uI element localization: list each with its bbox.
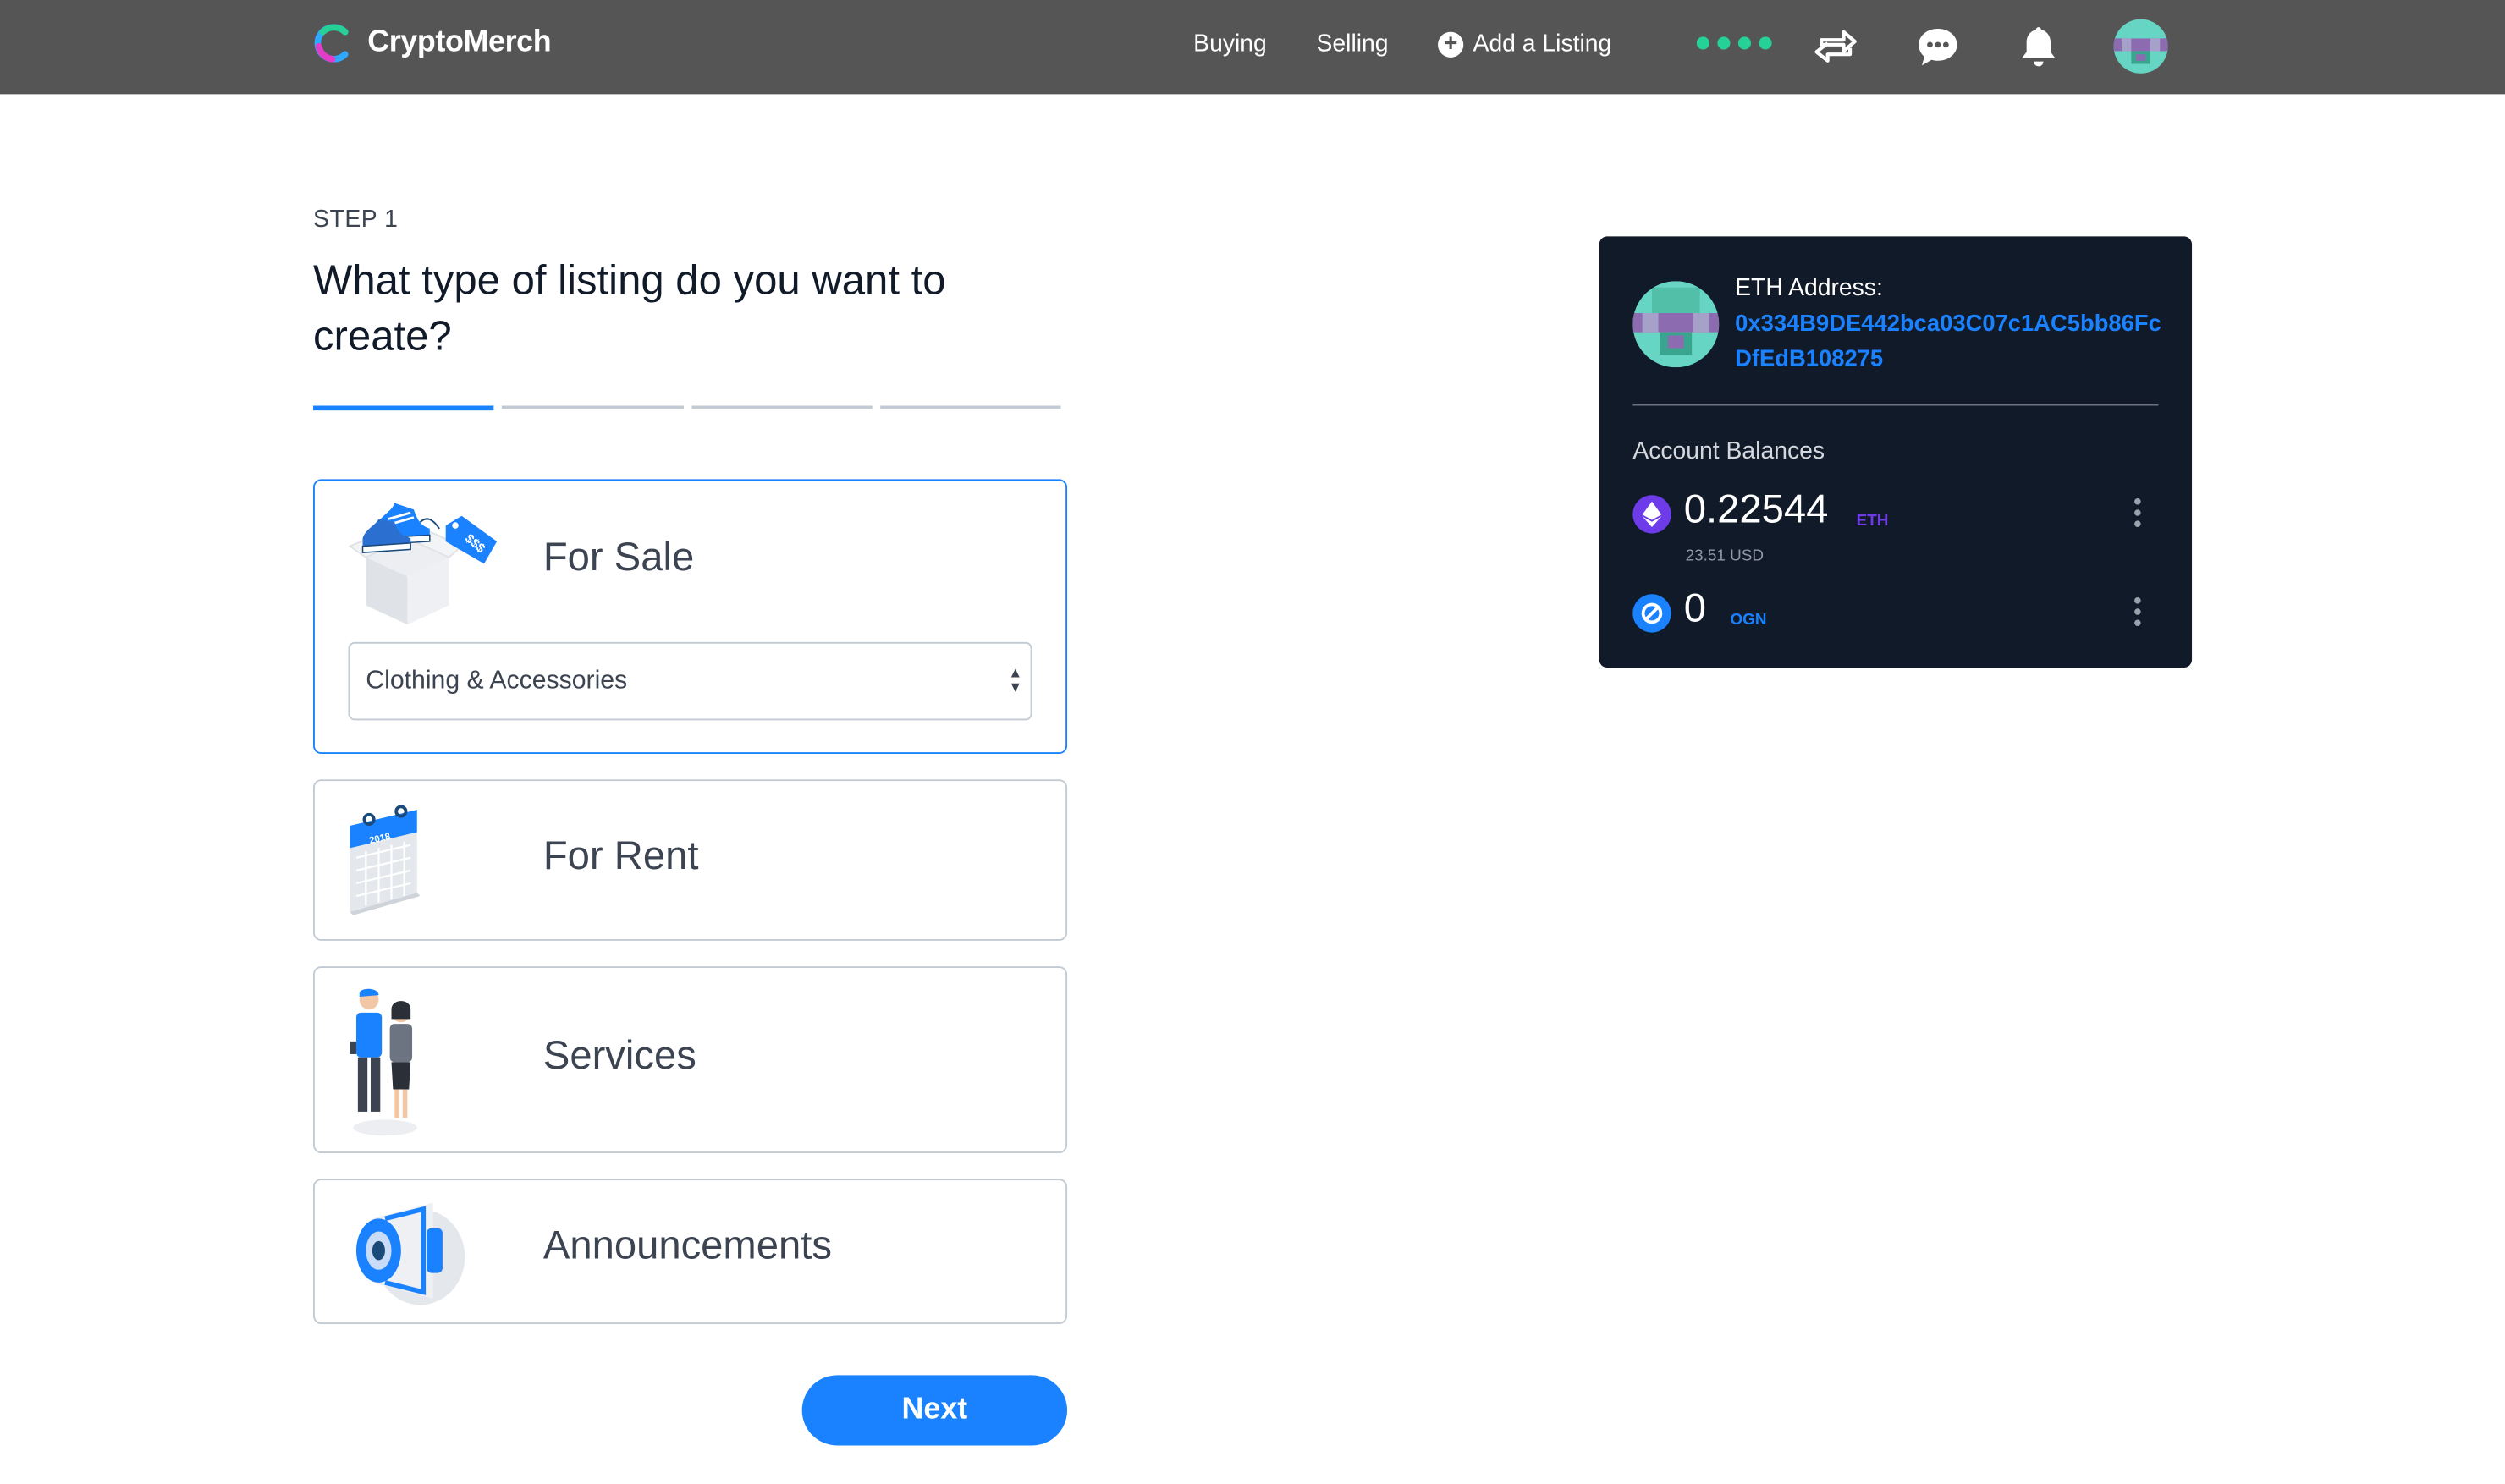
- progress-segment: [879, 405, 1061, 409]
- origin-token-icon: [1632, 594, 1671, 633]
- next-button[interactable]: Next: [801, 1375, 1068, 1446]
- cryptomerch-logo-icon: [314, 24, 349, 63]
- plus-circle-icon: +: [1438, 30, 1464, 58]
- ogn-balance-symbol: OGN: [1730, 612, 1767, 629]
- category-select[interactable]: Clothing & Accessories ▲ ▼: [348, 641, 1032, 721]
- listing-type-for-rent[interactable]: 2018 For Rent: [313, 779, 1068, 941]
- wallet-card: ETH Address: 0x334B9DE442bca03C07c1AC5bb…: [1599, 236, 2193, 668]
- eth-balance-menu-icon[interactable]: [2129, 495, 2145, 530]
- ogn-balance-menu-icon[interactable]: [2129, 594, 2145, 629]
- transfer-arrows-icon: [1814, 30, 1857, 63]
- nav-add-listing-label: Add a Listing: [1473, 30, 1612, 58]
- step-label: STEP 1: [313, 206, 399, 234]
- listing-type-services[interactable]: Services: [313, 966, 1068, 1153]
- progress-segment: [691, 405, 873, 409]
- account-balances-label: Account Balances: [1632, 437, 1825, 465]
- wallet-divider: [1632, 404, 2159, 406]
- ogn-balance-amount: 0: [1683, 585, 1706, 631]
- notifications-button[interactable]: [2012, 19, 2066, 74]
- connection-status-indicator: [1696, 36, 1772, 50]
- status-dot: [1717, 36, 1731, 50]
- progress-segment: [502, 405, 684, 409]
- option-label-for-sale: For Sale: [542, 535, 695, 580]
- option-label-for-rent: For Rent: [542, 833, 699, 879]
- megaphone-icon: [355, 1202, 465, 1305]
- nav-selling-link[interactable]: Selling: [1317, 30, 1389, 58]
- brand-home-link[interactable]: CryptoMerch: [313, 22, 552, 63]
- page-title: What type of listing do you want to crea…: [313, 256, 946, 360]
- user-avatar-button[interactable]: [2113, 19, 2168, 74]
- eth-balance-usd: 23.51 USD: [1685, 547, 1764, 566]
- eth-address-link[interactable]: 0x334B9DE442bca03C07c1AC5bb86FcDfEdB1082…: [1735, 306, 2163, 376]
- eth-address-label: ETH Address:: [1735, 274, 1883, 302]
- step-progress-bar: [313, 405, 1061, 411]
- listing-type-announcements[interactable]: Announcements: [313, 1179, 1068, 1324]
- top-navbar: CryptoMerch Buying Selling + Add a Listi…: [0, 0, 2505, 95]
- box-with-shoes-icon: $$$: [348, 503, 498, 625]
- nav-add-listing-link[interactable]: + Add a Listing: [1438, 30, 1611, 58]
- brand-name: CryptoMerch: [367, 25, 552, 59]
- progress-segment-active: [313, 405, 494, 411]
- eth-balance-symbol: ETH: [1856, 512, 1889, 530]
- status-dot: [1759, 36, 1772, 50]
- nav-buying-link[interactable]: Buying: [1193, 30, 1267, 58]
- bell-icon: [2022, 27, 2056, 67]
- transactions-button[interactable]: [1809, 19, 1863, 74]
- avatar: [2113, 19, 2168, 74]
- ethereum-icon: [1632, 495, 1671, 534]
- status-dot: [1696, 36, 1709, 50]
- listing-type-for-sale[interactable]: $$$ For Sale Clothing & Accessories ▲ ▼: [313, 479, 1068, 755]
- option-label-announcements: Announcements: [542, 1223, 832, 1268]
- messages-button[interactable]: [1911, 19, 1965, 74]
- category-select-value: Clothing & Accessories: [366, 667, 628, 695]
- eth-balance-amount: 0.22544: [1683, 486, 1829, 532]
- service-people-icon: [350, 988, 417, 1136]
- select-arrows-icon: ▲ ▼: [1008, 664, 1023, 695]
- option-label-services: Services: [542, 1033, 696, 1079]
- status-dot: [1737, 36, 1752, 50]
- wallet-identicon-avatar: [1632, 281, 1720, 368]
- calendar-icon: 2018: [350, 805, 421, 915]
- chat-bubble-icon: [1919, 28, 1957, 66]
